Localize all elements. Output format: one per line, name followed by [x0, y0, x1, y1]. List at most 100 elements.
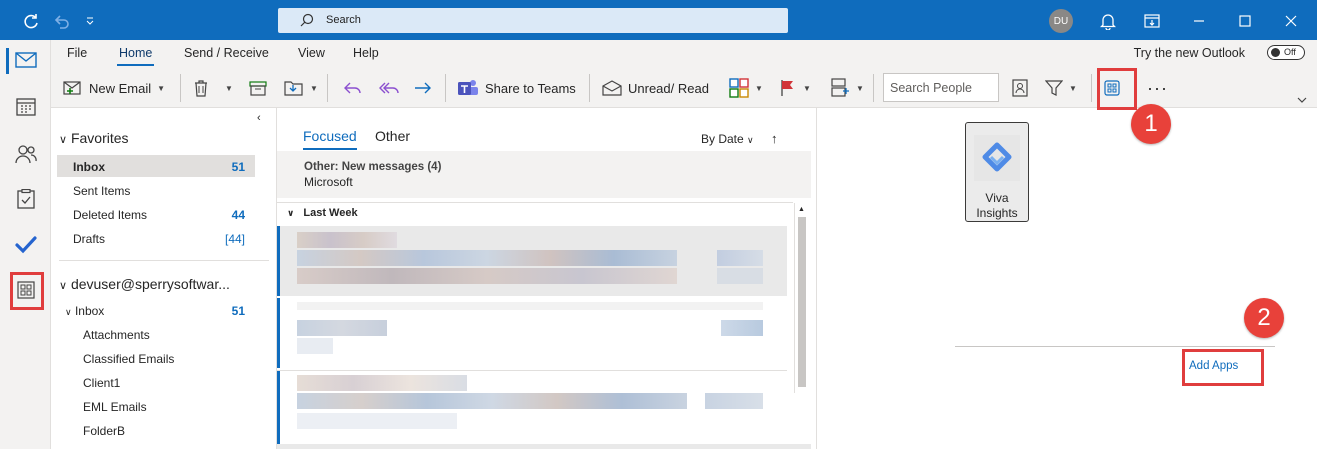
chevron-down-icon[interactable]: ▼ — [856, 84, 864, 93]
share-to-teams-button[interactable]: Share to Teams — [457, 74, 576, 102]
more-options-button[interactable]: ··· — [1147, 74, 1168, 102]
account-header[interactable]: ∨ devuser@sperrysoftwar... — [59, 276, 230, 292]
new-email-button[interactable]: New Email ▼ — [63, 74, 165, 102]
blurred-content — [297, 268, 677, 284]
customize-toolbar-icon[interactable] — [79, 10, 101, 32]
folder-client1[interactable]: Client1 — [57, 371, 255, 393]
todo-icon[interactable] — [10, 229, 42, 261]
folder-classified-emails[interactable]: Classified Emails — [57, 347, 255, 369]
move-button[interactable]: ▼ — [284, 74, 318, 102]
chevron-down-icon[interactable]: ▼ — [1069, 84, 1077, 93]
folder-inbox-favorite[interactable]: Inbox 51 — [57, 155, 255, 177]
avatar[interactable]: DU — [1049, 9, 1073, 33]
ribbon-divider — [1091, 74, 1092, 102]
blurred-content — [297, 338, 333, 354]
tab-send-receive[interactable]: Send / Receive — [184, 46, 269, 60]
blurred-content — [297, 375, 467, 391]
delete-button[interactable]: ▼ — [193, 74, 233, 102]
teams-icon — [458, 80, 478, 95]
blurred-content — [717, 250, 763, 266]
chevron-down-icon[interactable]: ▼ — [803, 84, 811, 93]
undo-icon[interactable] — [50, 10, 72, 32]
close-icon[interactable] — [1280, 10, 1302, 32]
app-rail — [0, 40, 51, 449]
tab-home[interactable]: Home — [116, 46, 155, 66]
unread-count: 51 — [231, 160, 245, 174]
unread-indicator — [277, 298, 280, 368]
other-banner-sender: Microsoft — [304, 175, 353, 189]
rules-icon — [831, 78, 849, 97]
menu-tabs: File Home Send / Receive View Help Try t… — [51, 40, 1317, 68]
scroll-up-icon[interactable]: ▲ — [798, 206, 805, 213]
search-input[interactable]: Search — [278, 8, 788, 33]
chevron-down-icon[interactable]: ▼ — [310, 84, 318, 93]
categorize-button[interactable]: ▼ — [729, 74, 763, 102]
tab-file[interactable]: File — [67, 46, 87, 60]
chevron-down-icon[interactable]: ▼ — [755, 84, 763, 93]
address-book-button[interactable] — [1012, 74, 1028, 102]
other-messages-banner[interactable]: Other: New messages (4) Microsoft — [277, 151, 811, 198]
sync-icon[interactable] — [20, 10, 42, 32]
highlight-box-apps-rail — [10, 272, 44, 310]
maximize-icon[interactable] — [1234, 10, 1256, 32]
folder-label: Deleted Items — [73, 208, 148, 222]
blurred-content — [717, 268, 763, 284]
folder-inbox[interactable]: ∨ Inbox 51 — [57, 299, 255, 321]
folder-drafts[interactable]: Drafts [44] — [57, 227, 255, 249]
minimize-icon[interactable] — [1188, 10, 1210, 32]
sort-by-date-button[interactable]: By Date ∨ ↑ — [701, 131, 777, 146]
favorites-header[interactable]: ∨ Favorites — [59, 130, 129, 146]
folder-deleted-items[interactable]: Deleted Items 44 — [57, 203, 255, 225]
folder-label: Drafts — [73, 232, 106, 246]
folder-eml-emails[interactable]: EML Emails — [57, 395, 255, 417]
folder-label: Inbox — [73, 160, 105, 174]
calendar-icon[interactable] — [10, 90, 42, 122]
folder-pane: ‹ ∨ Favorites Inbox 51 Sent Items Delete… — [51, 108, 277, 449]
rules-button[interactable]: ▼ — [830, 74, 864, 102]
unread-read-button[interactable]: Unread/ Read — [602, 74, 709, 102]
ribbon-display-icon[interactable] — [1141, 10, 1163, 32]
ribbon-divider — [327, 74, 328, 102]
viva-insights-icon-frame — [974, 135, 1020, 181]
scrollbar[interactable]: ▲ — [794, 203, 809, 393]
mail-icon[interactable] — [10, 44, 42, 76]
step-badge-2: 2 — [1244, 298, 1284, 338]
chevron-down-icon: ∨ — [59, 280, 68, 292]
collapse-pane-icon[interactable]: ‹ — [257, 112, 261, 124]
group-label: Last Week — [303, 207, 358, 219]
title-bar: Search DU — [0, 0, 1317, 40]
list-item[interactable] — [277, 226, 787, 296]
chevron-down-icon[interactable]: ▼ — [157, 84, 165, 93]
chevron-down-icon[interactable]: ▼ — [225, 84, 233, 93]
follow-up-button[interactable]: ▼ — [779, 74, 811, 102]
group-header-last-week[interactable]: ∨ Last Week — [277, 202, 793, 224]
folder-attachments[interactable]: Attachments — [57, 323, 255, 345]
reply-icon — [344, 82, 361, 94]
tab-other[interactable]: Other — [375, 128, 410, 144]
reply-all-button[interactable] — [378, 74, 400, 102]
highlight-box-all-apps — [1097, 68, 1137, 110]
tab-view[interactable]: View — [298, 46, 325, 60]
folder-sent-items[interactable]: Sent Items — [57, 179, 255, 201]
try-new-outlook-toggle[interactable]: Off — [1267, 45, 1305, 60]
envelope-open-icon — [602, 80, 622, 96]
reply-button[interactable] — [343, 74, 363, 102]
search-people-input[interactable]: Search People — [883, 73, 999, 102]
viva-insights-app-tile[interactable]: Viva Insights — [965, 122, 1029, 222]
forward-button[interactable] — [413, 74, 433, 102]
scrollbar-thumb[interactable] — [798, 217, 806, 387]
tasks-icon[interactable] — [10, 183, 42, 215]
filter-email-button[interactable]: ▼ — [1045, 74, 1077, 102]
favorites-label: Favorites — [70, 130, 129, 146]
tab-focused[interactable]: Focused — [303, 128, 357, 150]
sort-direction-icon[interactable]: ↑ — [771, 131, 778, 146]
viva-insights-icon — [982, 142, 1012, 172]
tab-help[interactable]: Help — [353, 46, 379, 60]
archive-button[interactable] — [249, 74, 267, 102]
list-item[interactable] — [277, 370, 787, 444]
folder-folderb[interactable]: FolderB — [57, 419, 255, 441]
list-item[interactable] — [277, 298, 787, 368]
filter-icon — [1045, 80, 1063, 96]
people-icon[interactable] — [10, 138, 42, 170]
bell-icon[interactable] — [1097, 10, 1119, 32]
